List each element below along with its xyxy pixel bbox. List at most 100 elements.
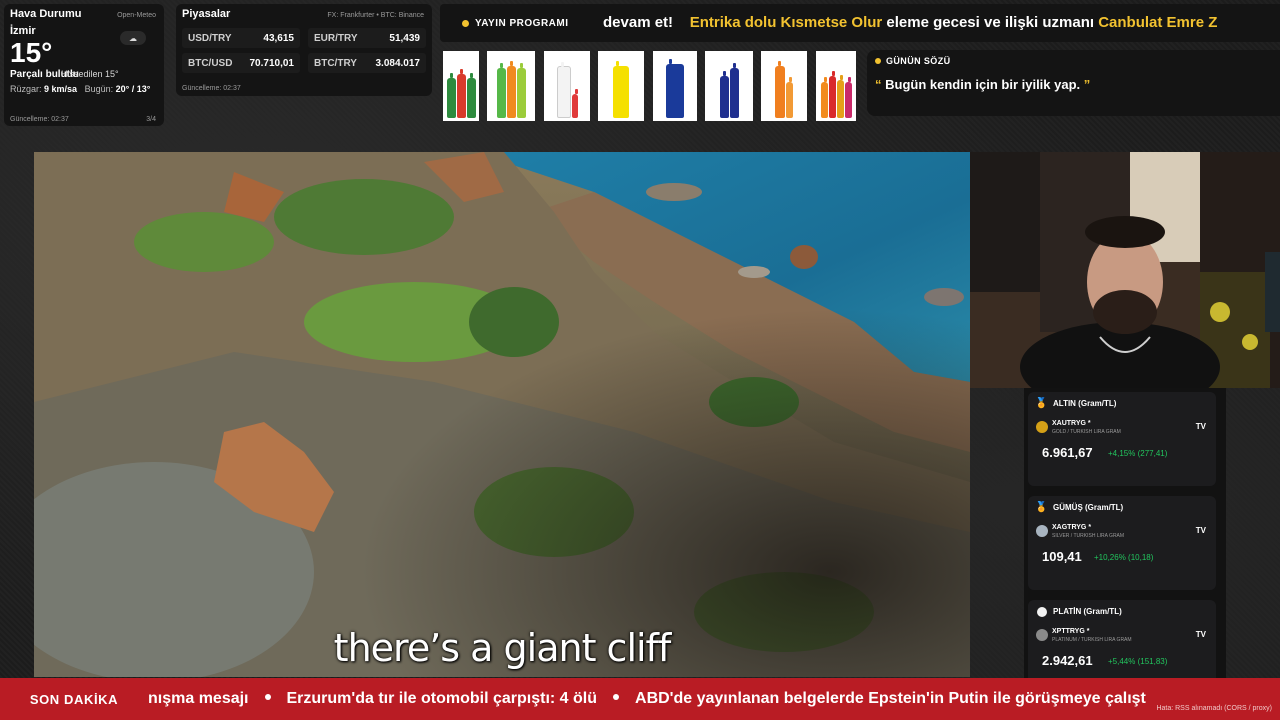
today-value: 20° / 13°	[115, 84, 151, 94]
metal-symbol-block: XPTTRYG * PLATINUM / TURKISH LIRA GRAM	[1036, 628, 1132, 643]
quote-body: Bugün kendin için bir iyilik yap.	[881, 77, 1084, 92]
rate-value: 70.710,01	[249, 57, 295, 69]
wind-label: Rüzgar:	[10, 84, 42, 94]
tradingview-icon[interactable]: TV	[1196, 526, 1206, 535]
metal-card-silver: 🏅 GÜMÜŞ (Gram/TL) XAGTRYG * SILVER / TUR…	[1028, 496, 1216, 590]
video-frame	[34, 152, 970, 677]
ticker-segment: devam et!	[603, 14, 674, 31]
platinum-coin-icon	[1036, 629, 1048, 641]
silver-medal-icon: 🏅	[1035, 502, 1048, 513]
separator-dot-icon	[264, 694, 271, 700]
metal-symbol-star: *	[1087, 420, 1091, 427]
metal-symbol-star: *	[1088, 524, 1092, 531]
metal-symbol-text: XAUTRYG	[1052, 420, 1086, 427]
rate-name: BTC/TRY	[314, 57, 357, 69]
metal-change: +5,44% (151,83)	[1108, 657, 1168, 666]
metal-symbol: XAUTRYG *	[1052, 420, 1121, 427]
metal-card-header: PLATİN (Gram/TL)	[1036, 606, 1208, 617]
quote-of-the-day: GÜNÜN SÖZÜ “ Bugün kendin için bir iyili…	[867, 50, 1280, 116]
product-image	[816, 51, 856, 121]
rate-value: 51,439	[389, 32, 420, 44]
metal-change: +4,15% (277,41)	[1108, 449, 1168, 458]
today-label: Bugün:	[84, 84, 114, 94]
product-image	[443, 51, 479, 121]
breaking-news-text: nışma mesajı Erzurum'da tır ile otomobil …	[148, 690, 1146, 708]
news-item: nışma mesajı	[148, 690, 249, 707]
metal-symbol-text: XPTTRYG	[1052, 628, 1085, 635]
tradingview-icon[interactable]: TV	[1196, 630, 1206, 639]
weather-updated: Güncelleme: 02:37	[10, 116, 69, 123]
metal-card-platinum: PLATİN (Gram/TL) XPTTRYG * PLATINUM / TU…	[1028, 600, 1216, 678]
gold-coin-icon	[1036, 421, 1048, 433]
gold-medal-icon: 🏅	[1035, 398, 1048, 409]
rate-value: 3.084.017	[375, 57, 421, 69]
quote-text: “ Bugün kendin için bir iyilik yap. ”	[875, 77, 1272, 92]
product-image	[487, 51, 535, 121]
news-item: ABD'de yayınlanan belgelerde Epstein'in …	[635, 690, 1146, 707]
product-image	[653, 51, 697, 121]
weather-details: Rüzgar: 9 km/sa Bugün: 20° / 13°	[10, 84, 158, 94]
tradingview-icon[interactable]: TV	[1196, 422, 1206, 431]
separator-dot-icon	[613, 694, 620, 700]
weather-widget: Hava Durumu Open-Meteo İzmir ☁ 15° Hisse…	[4, 4, 164, 126]
metal-symbol-block: XAGTRYG * SILVER / TURKISH LIRA GRAM	[1036, 524, 1124, 539]
schedule-label: YAYIN PROGRAMI	[448, 10, 598, 36]
weather-feels-like: Hissedilen 15°	[61, 69, 119, 79]
metal-description: GOLD / TURKISH LIRA GRAM	[1052, 429, 1121, 435]
silver-coin-icon	[1036, 525, 1048, 537]
ticker-highlight: Entrika dolu Kısmetse Olur	[689, 14, 883, 31]
breaking-news-label: SON DAKİKA	[0, 678, 148, 720]
rss-error-note: Hata: RSS alınamadı (CORS / proxy)	[1156, 705, 1272, 712]
ticker-segment: eleme gecesi ve ilişki uzmanı	[882, 14, 1099, 31]
metal-description: PLATINUM / TURKISH LIRA GRAM	[1052, 637, 1132, 643]
metal-card-header: 🏅 GÜMÜŞ (Gram/TL)	[1035, 502, 1208, 513]
platinum-icon	[1036, 606, 1047, 617]
metal-symbol: XAGTRYG *	[1052, 524, 1124, 531]
metal-change: +10,26% (10,18)	[1094, 553, 1154, 562]
weather-page-indicator: 3/4	[146, 116, 156, 123]
rate-btc-usd: BTC/USD 70.710,01	[182, 53, 300, 73]
quote-title: GÜNÜN SÖZÜ	[875, 56, 1272, 66]
live-dot-icon	[462, 19, 469, 27]
metal-card-gold: 🏅 ALTIN (Gram/TL) XAUTRYG * GOLD / TURKI…	[1028, 392, 1216, 486]
product-image	[598, 51, 644, 121]
metal-price: 2.942,61	[1042, 653, 1093, 668]
metal-price: 109,41	[1042, 549, 1082, 564]
markets-updated: Güncelleme: 02:37	[182, 85, 241, 92]
quote-close-mark: ”	[1083, 77, 1091, 92]
wind-value: 9 km/sa	[44, 84, 78, 94]
metal-title: PLATİN (Gram/TL)	[1053, 607, 1122, 616]
metal-title: GÜMÜŞ (Gram/TL)	[1053, 503, 1124, 512]
rate-btc-try: BTC/TRY 3.084.017	[308, 53, 426, 73]
product-image	[705, 51, 753, 121]
product-image	[544, 51, 590, 121]
breaking-news-ticker: SON DAKİKA nışma mesajı Erzurum'da tır il…	[0, 678, 1280, 720]
quote-dot-icon	[875, 58, 881, 64]
metals-panel: 🏅 ALTIN (Gram/TL) XAUTRYG * GOLD / TURKI…	[1024, 388, 1226, 678]
weather-source: Open-Meteo	[117, 12, 156, 19]
markets-source: FX: Frankfurter • BTC: Binance	[327, 12, 424, 19]
news-item: Erzurum'da tır ile otomobil çarpıştı: 4 …	[286, 690, 598, 707]
rate-name: EUR/TRY	[314, 32, 358, 44]
rate-usd-try: USD/TRY 43,615	[182, 28, 300, 48]
metal-description: SILVER / TURKISH LIRA GRAM	[1052, 533, 1125, 539]
metal-symbol-star: *	[1086, 628, 1090, 635]
schedule-ticker-text: devam et! Entrika dolu Kısmetse Olur ele…	[603, 14, 1217, 31]
schedule-ticker: YAYIN PROGRAMI devam et! Entrika dolu Kı…	[440, 4, 1280, 42]
metal-price: 6.961,67	[1042, 445, 1093, 460]
quote-title-text: GÜNÜN SÖZÜ	[886, 56, 951, 66]
webcam-frame	[970, 152, 1280, 388]
video-subtitle: there’s a giant cliff	[333, 626, 672, 670]
product-image	[761, 51, 807, 121]
metal-title: ALTIN (Gram/TL)	[1053, 399, 1117, 408]
main-video[interactable]: there’s a giant cliff	[34, 152, 970, 677]
metal-symbol: XPTTRYG *	[1052, 628, 1132, 635]
metal-card-header: 🏅 ALTIN (Gram/TL)	[1035, 398, 1208, 409]
markets-grid: USD/TRY 43,615 EUR/TRY 51,439 BTC/USD 70.71…	[182, 28, 426, 73]
cloud-icon: ☁	[120, 31, 146, 45]
webcam-feed[interactable]	[970, 152, 1280, 388]
product-ads-strip	[443, 51, 859, 121]
rate-name: BTC/USD	[188, 57, 233, 69]
ticker-highlight: Canbulat Emre Z	[1098, 14, 1218, 31]
markets-widget: Piyasalar FX: Frankfurter • BTC: Binance…	[176, 4, 432, 96]
